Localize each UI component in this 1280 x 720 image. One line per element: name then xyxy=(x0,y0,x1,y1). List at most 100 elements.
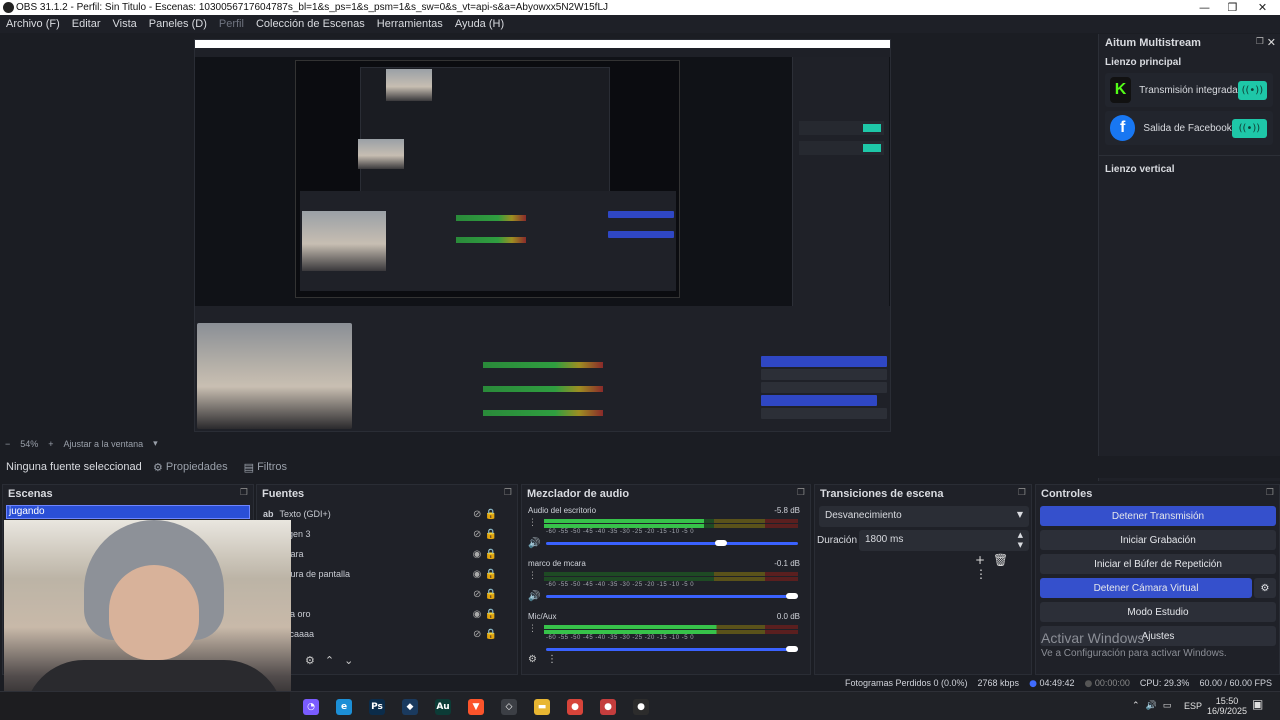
menu-coleccion[interactable]: Colección de Escenas xyxy=(250,18,371,30)
float-dock-icon[interactable]: ❐ xyxy=(1018,488,1026,500)
volume-knob[interactable] xyxy=(715,540,727,546)
channel-settings-icon[interactable]: ⋮ xyxy=(528,518,537,528)
channel-db: 0.0 dB xyxy=(776,612,800,621)
files-icon[interactable]: ▬ xyxy=(534,699,550,715)
studio-mode-button[interactable]: Modo Estudio xyxy=(1040,602,1276,622)
volume-meter xyxy=(544,519,798,523)
transitions-dock: Transiciones de escena ❐ Desvanecimiento ▼… xyxy=(814,484,1032,675)
dropped-frames: Fotogramas Perdidos 0 (0.0%) xyxy=(844,678,968,688)
source-item[interactable]: dia oro ◉ 🔒 xyxy=(263,604,503,624)
float-dock-icon[interactable]: ❐ xyxy=(1266,488,1274,500)
scene-item[interactable]: jugando xyxy=(6,505,250,519)
chrome-icon[interactable]: ● xyxy=(567,699,583,715)
close-button[interactable]: ✕ xyxy=(1245,0,1280,15)
language-indicator[interactable]: ESP xyxy=(1184,701,1202,711)
source-item[interactable]: sicaaaa ⊘ 🔒 xyxy=(263,624,503,644)
properties-button[interactable]: ⚙ Propiedades xyxy=(145,461,236,474)
menu-ayuda[interactable]: Ayuda (H) xyxy=(449,18,510,30)
volume-slider[interactable] xyxy=(546,540,798,546)
menu-perfil[interactable]: Perfil xyxy=(213,18,250,30)
channel-name: marco de mcara xyxy=(528,559,586,568)
menu-editar[interactable]: Editar xyxy=(66,18,107,30)
stop-virtual-camera-button[interactable]: Detener Cámara Virtual xyxy=(1040,578,1252,598)
volume-slider[interactable] xyxy=(546,593,798,599)
virtual-camera-settings-button[interactable]: ⚙ xyxy=(1254,578,1276,598)
unity-icon[interactable]: ◇ xyxy=(501,699,517,715)
source-item[interactable]: mara ◉ 🔒 xyxy=(263,544,503,564)
float-dock-icon[interactable]: ❐ xyxy=(1256,37,1264,47)
gear-icon: ⚙ xyxy=(1260,582,1270,594)
steam-icon[interactable]: ◆ xyxy=(402,699,418,715)
mixer-channel: Mic/Aux 0.0 dB ⋮ -60 -55 -50 -45 -40 -35… xyxy=(528,612,800,652)
stop-stream-button[interactable]: Detener Transmisión xyxy=(1040,506,1276,526)
clock-date: 16/9/2025 xyxy=(1206,706,1248,716)
source-item[interactable]: ⊘ 🔒 xyxy=(263,584,503,604)
close-dock-icon[interactable]: ✕ xyxy=(1267,36,1276,49)
edge-icon[interactable]: e xyxy=(336,699,352,715)
zoom-in-button[interactable]: + xyxy=(43,439,58,449)
eye-icon[interactable]: ◉ 🔒 xyxy=(473,549,497,560)
menu-paneles[interactable]: Paneles (D) xyxy=(143,18,213,30)
volume-slider[interactable] xyxy=(546,646,798,652)
transition-toolbar[interactable]: +🗑⋮ xyxy=(975,553,1031,581)
copilot-icon[interactable]: ◔ xyxy=(303,699,319,715)
float-dock-icon[interactable]: ❐ xyxy=(240,488,248,500)
meter-ticks: -60 -55 -50 -45 -40 -35 -30 -25 -20 -15 … xyxy=(546,582,695,588)
obs-icon[interactable]: ● xyxy=(633,699,649,715)
facebook-logo-icon: f xyxy=(1110,115,1136,141)
fit-window-button[interactable]: Ajustar a la ventana xyxy=(59,439,149,449)
audition-icon[interactable]: Au xyxy=(435,699,451,715)
photoshop-icon[interactable]: Ps xyxy=(369,699,385,715)
taskbar-search[interactable] xyxy=(0,692,290,720)
bitrate: 2768 kbps xyxy=(977,678,1020,688)
start-recording-button[interactable]: Iniciar Grabación xyxy=(1040,530,1276,550)
menu-vista[interactable]: Vista xyxy=(107,18,143,30)
system-tray-icons[interactable]: ⌃🔊▭ xyxy=(1132,701,1177,711)
source-item[interactable]: ab Texto (GDI+) ⊘ 🔒 xyxy=(263,504,503,524)
float-dock-icon[interactable]: ❐ xyxy=(504,488,512,500)
volume-knob[interactable] xyxy=(786,646,798,652)
eye-icon[interactable]: ◉ 🔒 xyxy=(473,569,497,580)
eye-hidden-icon[interactable]: ⊘ 🔒 xyxy=(473,589,497,600)
eye-hidden-icon[interactable]: ⊘ 🔒 xyxy=(473,509,497,520)
divider xyxy=(1099,155,1280,156)
duration-label: Duración xyxy=(817,535,858,546)
filters-label: Filtros xyxy=(257,461,288,473)
cpu-usage: CPU: 29.3% xyxy=(1139,678,1190,688)
speaker-icon[interactable]: 🔊 xyxy=(528,591,540,602)
sources-toolbar[interactable]: ⚙⌃⌄ xyxy=(305,654,363,667)
eye-icon[interactable]: ◉ 🔒 xyxy=(473,609,497,620)
menu-archivo[interactable]: Archivo (F) xyxy=(0,18,66,30)
source-toolbar: Ninguna fuente seleccionad ⚙ Propiedades … xyxy=(0,456,1280,478)
eye-hidden-icon[interactable]: ⊘ 🔒 xyxy=(473,529,497,540)
notifications-icon[interactable]: ▣ xyxy=(1252,698,1263,710)
stream-toggle-button[interactable]: ((•)) xyxy=(1237,80,1267,100)
channel-settings-icon[interactable]: ⋮ xyxy=(528,624,537,634)
app-icon[interactable]: ● xyxy=(600,699,616,715)
sources-dock: Fuentes ❐ ab Texto (GDI+) ⊘ 🔒 agen 3 ⊘ 🔒 mar… xyxy=(256,484,518,675)
duration-input[interactable]: 1800 ms ▲ ▼ xyxy=(859,530,1029,551)
channel-settings-icon[interactable]: ⋮ xyxy=(528,571,537,581)
clock[interactable]: 15:50 16/9/2025 xyxy=(1204,696,1250,716)
menu-herramientas[interactable]: Herramientas xyxy=(371,18,449,30)
brave-icon[interactable]: ▼ xyxy=(468,699,484,715)
title-bar: OBS 31.1.2 - Perfil: Sin Titulo - Escena… xyxy=(0,0,1280,15)
source-item[interactable]: ptura de pantalla ◉ 🔒 xyxy=(263,564,503,584)
activate-title: Activar Windows xyxy=(1041,630,1145,646)
transition-select[interactable]: Desvanecimiento ▼ xyxy=(819,506,1029,527)
float-dock-icon[interactable]: ❐ xyxy=(797,488,805,500)
volume-knob[interactable] xyxy=(786,593,798,599)
output-row-facebook: f Salida de Facebook ((•)) xyxy=(1105,111,1273,145)
filters-button[interactable]: ▤ Filtros xyxy=(236,461,295,474)
mixer-toolbar[interactable]: ⚙⋮ xyxy=(528,654,567,665)
replay-buffer-button[interactable]: Iniciar el Búfer de Repetición xyxy=(1040,554,1276,574)
chevron-down-icon[interactable]: ▾ xyxy=(148,439,163,449)
zoom-out-button[interactable]: − xyxy=(0,439,15,449)
transitions-title: Transiciones de escena xyxy=(820,488,944,500)
stream-toggle-button[interactable]: ((•)) xyxy=(1231,118,1267,138)
source-item[interactable]: agen 3 ⊘ 🔒 xyxy=(263,524,503,544)
program-preview[interactable] xyxy=(194,39,891,432)
eye-hidden-icon[interactable]: ⊘ 🔒 xyxy=(473,629,497,640)
speaker-icon[interactable]: 🔊 xyxy=(528,538,540,549)
stepper-icon[interactable]: ▲ ▼ xyxy=(1018,530,1023,550)
